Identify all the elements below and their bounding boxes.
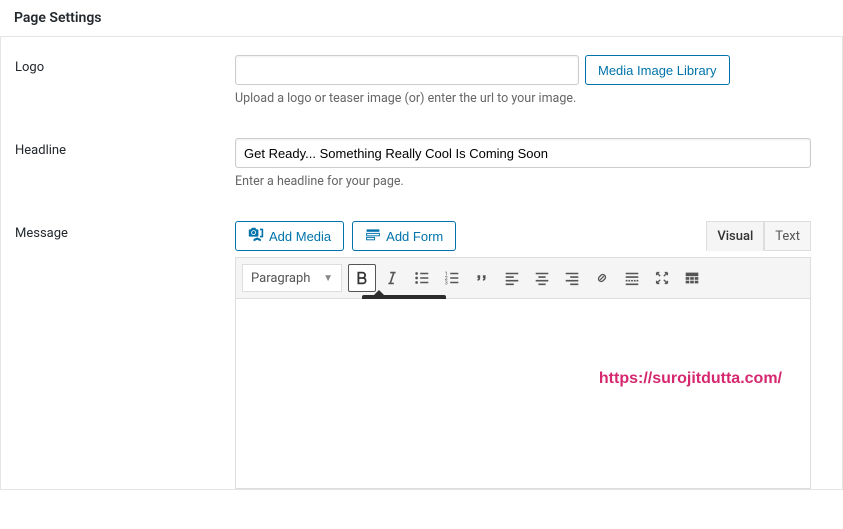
- watermark-text: https://surojitdutta.com/: [599, 370, 782, 388]
- headline-input[interactable]: [235, 138, 811, 168]
- italic-button[interactable]: [378, 264, 406, 292]
- add-media-label: Add Media: [269, 229, 331, 244]
- editor-content[interactable]: https://surojitdutta.com/: [235, 299, 811, 489]
- row-message: Message Add Media Add Form Vi: [15, 221, 828, 489]
- logo-label: Logo: [15, 60, 44, 75]
- form-icon: [365, 227, 381, 246]
- row-logo: Logo Media Image Library Upload a logo o…: [15, 55, 828, 106]
- tab-visual[interactable]: Visual: [706, 221, 764, 251]
- link-button[interactable]: [588, 264, 616, 292]
- align-center-button[interactable]: [528, 264, 556, 292]
- chevron-down-icon: ▼: [323, 273, 333, 284]
- add-form-button[interactable]: Add Form: [352, 221, 456, 251]
- add-media-button[interactable]: Add Media: [235, 221, 344, 251]
- svg-text:3: 3: [445, 280, 448, 286]
- message-label: Message: [15, 226, 68, 241]
- logo-help: Upload a logo or teaser image (or) enter…: [235, 91, 828, 106]
- unordered-list-button[interactable]: [408, 264, 436, 292]
- panel-title: Page Settings: [0, 0, 843, 37]
- media-image-library-button[interactable]: Media Image Library: [585, 55, 730, 85]
- align-right-button[interactable]: [558, 264, 586, 292]
- logo-input[interactable]: [235, 55, 579, 85]
- toolbar-toggle-button[interactable]: [678, 264, 706, 292]
- fullscreen-button[interactable]: [648, 264, 676, 292]
- headline-help: Enter a headline for your page.: [235, 174, 828, 189]
- format-dropdown-label: Paragraph: [251, 271, 310, 286]
- headline-label: Headline: [15, 143, 66, 158]
- add-form-label: Add Form: [386, 229, 443, 244]
- format-dropdown[interactable]: Paragraph ▼: [242, 264, 342, 292]
- insert-more-button[interactable]: [618, 264, 646, 292]
- tab-text[interactable]: Text: [764, 221, 811, 251]
- row-headline: Headline Enter a headline for your page.: [15, 138, 828, 189]
- editor-toolbar: Paragraph ▼ 123: [235, 257, 811, 299]
- ordered-list-button[interactable]: 123: [438, 264, 466, 292]
- bold-button[interactable]: [348, 264, 376, 292]
- blockquote-button[interactable]: [468, 264, 496, 292]
- align-left-button[interactable]: [498, 264, 526, 292]
- camera-music-icon: [248, 227, 264, 246]
